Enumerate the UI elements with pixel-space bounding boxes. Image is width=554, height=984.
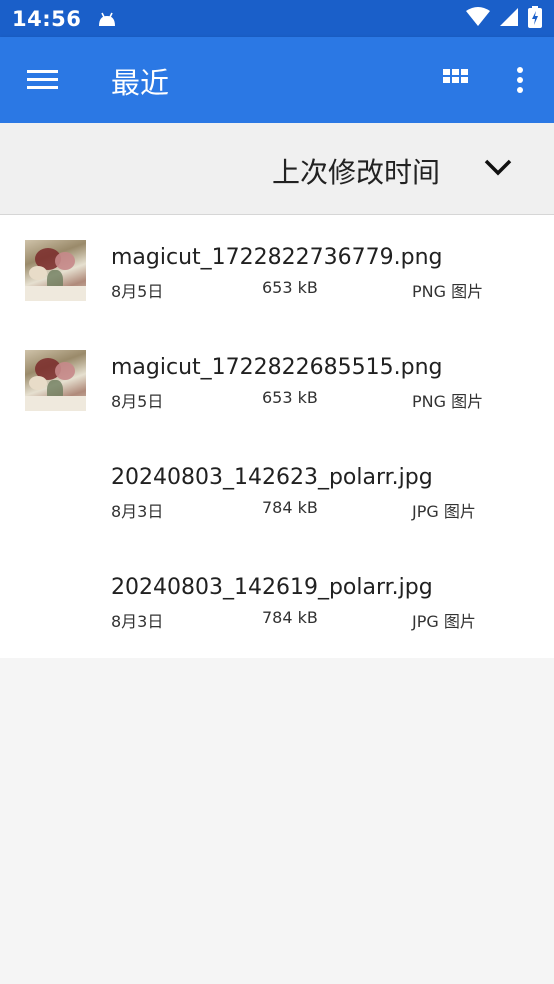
file-size: 784 kB xyxy=(262,498,318,517)
sort-label: 上次修改时间 xyxy=(272,156,441,189)
status-icons xyxy=(466,5,542,32)
more-vert-icon[interactable] xyxy=(508,63,532,97)
file-size: 653 kB xyxy=(262,278,318,297)
file-name: 20240803_142623_polarr.jpg xyxy=(111,465,433,490)
file-name: magicut_1722822685515.png xyxy=(111,355,443,380)
file-thumbnail xyxy=(25,240,86,301)
android-icon xyxy=(97,11,117,27)
page-title: 最近 xyxy=(111,66,170,100)
battery-charging-icon xyxy=(528,5,542,32)
menu-icon[interactable] xyxy=(20,62,60,98)
file-size: 784 kB xyxy=(262,608,318,627)
app-bar: 最近 xyxy=(0,37,554,123)
file-row[interactable]: magicut_1722822736779.png 8月5日 653 kB PN… xyxy=(0,215,554,325)
file-name: magicut_1722822736779.png xyxy=(111,245,443,270)
signal-icon xyxy=(500,7,518,30)
file-date: 8月3日 xyxy=(111,502,164,521)
file-date: 8月5日 xyxy=(111,392,164,411)
file-type: JPG 图片 xyxy=(412,612,476,631)
wifi-icon xyxy=(466,6,490,31)
sort-selector[interactable]: 上次修改时间 xyxy=(0,123,554,215)
file-row[interactable]: 20240803_142623_polarr.jpg 8月3日 784 kB J… xyxy=(0,435,554,545)
file-list: magicut_1722822736779.png 8月5日 653 kB PN… xyxy=(0,215,554,658)
file-date: 8月5日 xyxy=(111,282,164,301)
file-date: 8月3日 xyxy=(111,612,164,631)
file-type: JPG 图片 xyxy=(412,502,476,521)
file-name: 20240803_142619_polarr.jpg xyxy=(111,575,433,600)
status-bar: 14:56 xyxy=(0,0,554,37)
file-type: PNG 图片 xyxy=(412,392,484,411)
file-row[interactable]: magicut_1722822685515.png 8月5日 653 kB PN… xyxy=(0,325,554,435)
status-time: 14:56 xyxy=(12,6,82,31)
grid-view-icon[interactable] xyxy=(440,65,472,95)
file-thumbnail xyxy=(25,350,86,411)
file-row[interactable]: 20240803_142619_polarr.jpg 8月3日 784 kB J… xyxy=(0,545,554,655)
file-size: 653 kB xyxy=(262,388,318,407)
screen: 14:56 最近 上次修改时间 magicut_1722822736779.pn… xyxy=(0,0,554,984)
chevron-down-icon[interactable] xyxy=(482,155,514,179)
file-type: PNG 图片 xyxy=(412,282,484,301)
